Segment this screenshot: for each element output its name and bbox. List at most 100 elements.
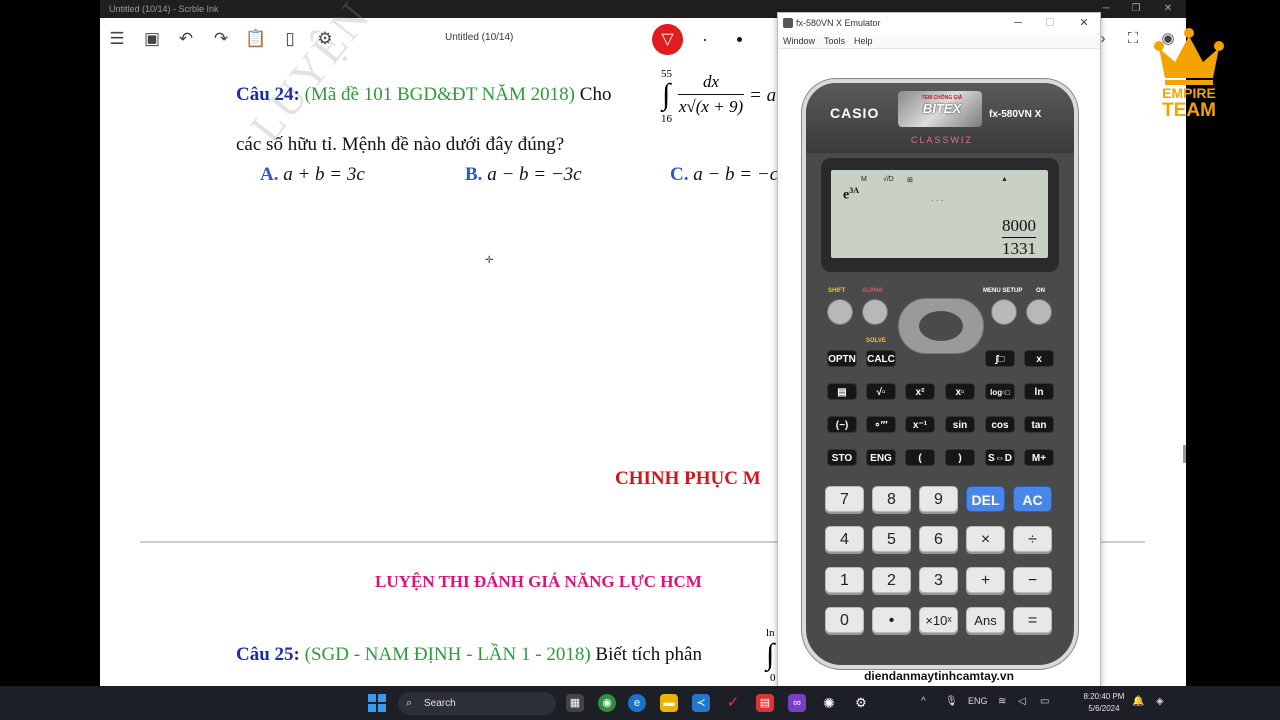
key-9[interactable]: 9 <box>919 486 958 512</box>
close-icon[interactable]: ✕ <box>1153 0 1183 18</box>
m-plus-key[interactable]: M+ <box>1024 449 1054 466</box>
pen-size-small-icon[interactable] <box>704 39 706 41</box>
key-4[interactable]: 4 <box>825 526 864 552</box>
microphone-icon[interactable]: 🎙 <box>945 696 958 707</box>
menu-icon[interactable]: ☰ <box>106 28 128 50</box>
key-5[interactable]: 5 <box>872 526 911 552</box>
pen-tool-icon[interactable]: ▽ <box>652 24 683 55</box>
degree-key[interactable]: ∘′″ <box>866 416 896 433</box>
battery-icon[interactable]: ▭ <box>1040 696 1049 707</box>
fullscreen-icon[interactable]: ⛶ <box>1122 28 1144 50</box>
shift-key[interactable] <box>827 299 853 325</box>
pen-size-medium-icon[interactable] <box>737 37 742 42</box>
key-7[interactable]: 7 <box>825 486 864 512</box>
integral-key[interactable]: ∫□ <box>985 350 1015 367</box>
divide-key[interactable]: ÷ <box>1013 526 1052 552</box>
del-key[interactable]: DEL <box>966 486 1005 512</box>
sqrt-key[interactable]: √▫ <box>866 383 896 400</box>
option-a[interactable]: A. a + b = 3c <box>260 164 365 186</box>
key-3[interactable]: 3 <box>919 567 958 593</box>
settings-icon[interactable]: ⚙ <box>852 694 870 712</box>
undo-icon[interactable]: ↶ <box>175 28 197 50</box>
key-1[interactable]: 1 <box>825 567 864 593</box>
windows-start-icon[interactable] <box>368 694 386 712</box>
scrollbar-thumb[interactable] <box>1183 445 1186 463</box>
decimal-key[interactable]: • <box>872 607 911 633</box>
x-variable-key[interactable]: x <box>1024 350 1054 367</box>
inverse-key[interactable]: x⁻¹ <box>905 416 935 433</box>
sto-key[interactable]: STO <box>827 449 857 466</box>
language-indicator[interactable]: ENG <box>968 696 988 706</box>
taskbar-clock[interactable]: 8:20:40 PM 5/6/2024 <box>1075 691 1133 715</box>
save-icon[interactable]: ▣ <box>141 28 163 50</box>
menu-window[interactable]: Window <box>783 33 815 49</box>
option-b[interactable]: B. a − b = −3c <box>465 164 582 186</box>
redo-icon[interactable]: ↷ <box>210 28 232 50</box>
lcd-display: M √/D ⊞ ▲ e3A · · · 8000 1331 <box>831 170 1048 258</box>
emu-maximize-icon: ☐ <box>1045 17 1055 29</box>
integral-lower-bound-25: 0 <box>770 672 776 684</box>
square-key[interactable]: x² <box>905 383 935 400</box>
file-explorer-icon[interactable]: ▬ <box>660 694 678 712</box>
maximize-icon[interactable]: ❐ <box>1121 0 1151 18</box>
power-key[interactable]: x▫ <box>945 383 975 400</box>
menu-key[interactable] <box>991 299 1017 325</box>
exp10-key[interactable]: ×10ˣ <box>919 607 958 633</box>
integral-sign-icon: ∫ <box>662 78 671 111</box>
s-to-d-key[interactable]: S⇔D <box>985 449 1015 466</box>
emu-minimize-icon[interactable]: ─ <box>1004 13 1032 33</box>
multiply-key[interactable]: × <box>966 526 1005 552</box>
scrble-ink-taskbar-icon[interactable]: ✓ <box>724 694 742 712</box>
document-title[interactable]: Untitled (10/14) <box>445 32 513 43</box>
tray-chevron-icon[interactable]: ^ <box>921 696 926 707</box>
equals-key[interactable]: = <box>1013 607 1052 633</box>
ln-key[interactable]: ln <box>1024 383 1054 400</box>
eng-key[interactable]: ENG <box>866 449 896 466</box>
vscode-icon[interactable]: ≺ <box>692 694 710 712</box>
emulator-title: fx-580VN X Emulator <box>796 18 881 28</box>
on-label: ON <box>1036 288 1045 294</box>
menu-help[interactable]: Help <box>854 33 873 49</box>
ac-key[interactable]: AC <box>1013 486 1052 512</box>
paste-icon[interactable]: 📋 <box>245 28 267 50</box>
cursor-crosshair-icon: ✛ <box>485 255 494 266</box>
key-8[interactable]: 8 <box>872 486 911 512</box>
wifi-icon[interactable]: ≋ <box>998 696 1006 707</box>
calculator-taskbar-icon[interactable]: ▦ <box>566 694 584 712</box>
emu-close-icon[interactable]: ✕ <box>1070 13 1098 33</box>
cos-key[interactable]: cos <box>985 416 1015 433</box>
fraction-key[interactable]: ▤ <box>827 383 857 400</box>
emulator-window: fx-580VN X Emulator ─ ☐ ✕ Window Tools H… <box>777 12 1101 688</box>
lcd-result: 8000 1331 <box>1002 216 1036 259</box>
log-key[interactable]: log▫□ <box>985 383 1015 400</box>
alpha-key[interactable] <box>862 299 888 325</box>
speaker-icon[interactable]: ◁ <box>1018 696 1026 707</box>
menu-tools[interactable]: Tools <box>824 33 845 49</box>
edge-icon[interactable]: e <box>628 694 646 712</box>
sin-key[interactable]: sin <box>945 416 975 433</box>
close-paren-key[interactable]: ) <box>945 449 975 466</box>
option-c[interactable]: C. a − b = −c <box>670 164 778 186</box>
key-2[interactable]: 2 <box>872 567 911 593</box>
calculator-body: CASIO TEM CHỐNG GIẢ BITEX fx-580VN X CLA… <box>802 79 1078 669</box>
optn-key[interactable]: OPTN <box>827 350 857 367</box>
question-lead: Cho <box>579 84 612 105</box>
on-key[interactable] <box>1026 299 1052 325</box>
visual-studio-icon[interactable]: ∞ <box>788 694 806 712</box>
plus-key[interactable]: + <box>966 567 1005 593</box>
copilot-icon[interactable]: ◈ <box>1156 696 1164 707</box>
brightness-icon[interactable]: ✺ <box>820 694 838 712</box>
open-paren-key[interactable]: ( <box>905 449 935 466</box>
key-0[interactable]: 0 <box>825 607 864 633</box>
calc-key[interactable]: CALC <box>866 350 896 367</box>
taskbar-search[interactable]: ⌕ Search <box>398 692 556 715</box>
clock-time: 8:20:40 PM <box>1083 692 1125 701</box>
key-6[interactable]: 6 <box>919 526 958 552</box>
app-red-icon[interactable]: ▤ <box>756 694 774 712</box>
ans-key[interactable]: Ans <box>966 607 1005 633</box>
chrome-icon[interactable]: ◉ <box>598 694 616 712</box>
negative-key[interactable]: (−) <box>827 416 857 433</box>
tan-key[interactable]: tan <box>1024 416 1054 433</box>
minus-key[interactable]: − <box>1013 567 1052 593</box>
notification-bell-icon[interactable]: 🔔 <box>1132 696 1144 707</box>
